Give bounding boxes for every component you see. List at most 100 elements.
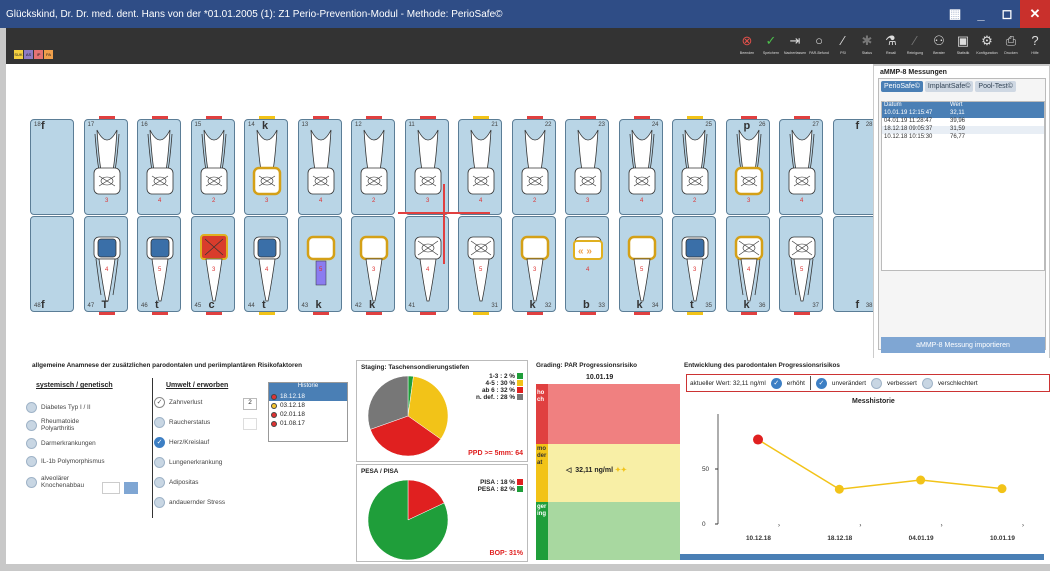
tab-as[interactable]: AS	[24, 50, 33, 59]
tool-speichern[interactable]: ✓ Speichern	[760, 31, 782, 61]
env-item[interactable]: ✓ Herz/Kreislauf	[154, 432, 264, 452]
raucher-field[interactable]	[243, 418, 257, 430]
radio-icon[interactable]	[921, 377, 933, 389]
close-button[interactable]: ✕	[1020, 0, 1050, 28]
tooth-15[interactable]: 2 15	[190, 116, 235, 215]
env-item[interactable]: Adipositas	[154, 472, 264, 492]
sys-item[interactable]: Darmerkrankungen	[26, 434, 156, 452]
radio-icon[interactable]	[154, 456, 165, 468]
tooth-23[interactable]: 3 23	[565, 116, 609, 215]
radio-icon[interactable]	[26, 401, 37, 413]
tab-periosafe[interactable]: PerioSafe©	[881, 81, 923, 92]
layout-icon[interactable]: ▦	[942, 0, 968, 28]
svg-text:3: 3	[586, 198, 590, 204]
tooth-34[interactable]: 5 34 k	[618, 216, 663, 315]
tab-pool-test[interactable]: Pool-Test©	[975, 81, 1016, 92]
radio-icon[interactable]	[26, 476, 37, 488]
col-wert[interactable]: Wert	[950, 102, 990, 110]
tool-status[interactable]: ✱ Status	[856, 31, 878, 61]
check-icon[interactable]: ✓	[815, 377, 827, 389]
radio-icon[interactable]	[154, 496, 165, 508]
historie-row[interactable]: 03.12.18	[269, 401, 347, 410]
data-point[interactable]	[916, 475, 926, 485]
check-icon[interactable]: ✓	[154, 436, 165, 448]
tooth-24[interactable]: 4 24	[618, 116, 663, 215]
minimize-button[interactable]: _	[968, 0, 994, 28]
tooth-17[interactable]: 3 17	[83, 116, 128, 215]
tooth-18[interactable]: 18 f	[30, 119, 74, 215]
tooth-13[interactable]: 4 13	[297, 116, 342, 215]
tooth-22[interactable]: 2 22	[511, 116, 556, 215]
env-item[interactable]: andauernder Stress	[154, 492, 264, 512]
data-point[interactable]	[753, 434, 763, 445]
tooth-45[interactable]: 3 45 c	[190, 216, 235, 315]
tool-recall[interactable]: ⚗ Recall	[880, 31, 902, 61]
tool-drucken[interactable]: ⎙ Drucken	[1000, 31, 1022, 61]
historie-row[interactable]: 02.01.18	[269, 410, 347, 419]
tooth-41[interactable]: 4 41	[404, 216, 449, 315]
radio-icon[interactable]	[871, 377, 883, 389]
col-datum[interactable]: Datum	[882, 102, 950, 110]
radio-icon[interactable]	[26, 419, 37, 431]
tooth-46[interactable]: 5 46 t	[137, 216, 181, 315]
data-point[interactable]	[997, 484, 1007, 494]
tooth-27[interactable]: 4 27	[779, 116, 823, 215]
tool-hilfe[interactable]: ? Hilfe	[1024, 31, 1046, 61]
tab-suk[interactable]: SUK	[14, 50, 23, 59]
tooth-37[interactable]: 5 37	[779, 216, 823, 315]
tooth-43[interactable]: 5 43 k	[297, 216, 342, 315]
tooth-11[interactable]: 3 11	[404, 116, 449, 215]
tab-ip[interactable]: IP	[34, 50, 43, 59]
tooth-48[interactable]: 48 f	[30, 216, 74, 312]
tooth-47[interactable]: 4 47 T	[83, 216, 128, 315]
radio-icon[interactable]	[26, 437, 37, 449]
tooth-32[interactable]: 3 32 k	[511, 216, 556, 315]
radio-icon[interactable]	[26, 455, 37, 467]
tool-psi[interactable]: ∕ PSI	[832, 31, 854, 61]
tooth-28[interactable]: 28 f	[832, 119, 877, 215]
maximize-button[interactable]: ◻	[994, 0, 1020, 28]
tooth-12[interactable]: 2 12	[351, 116, 395, 215]
check-icon[interactable]: ✓	[770, 377, 782, 389]
tooth-42[interactable]: 3 42 k	[351, 216, 395, 315]
tooth-25[interactable]: 2 25	[672, 116, 716, 215]
tooth-35[interactable]: 3 35 t	[672, 216, 716, 315]
zahnverlust-count[interactable]: 2	[243, 398, 257, 410]
tool-berater[interactable]: ⚇ Berater	[928, 31, 950, 61]
tooth-44[interactable]: 4 44 t	[244, 216, 288, 315]
historie-row[interactable]: 18.12.18	[269, 392, 347, 401]
check-icon[interactable]: ✓	[154, 396, 165, 408]
tooth-16[interactable]: 4 16	[137, 116, 181, 215]
table-row[interactable]: 04.01.19 11:28:47 39,96	[882, 118, 1044, 126]
tooth-31[interactable]: 5 31	[458, 216, 502, 315]
tool-reinigung[interactable]: ∕ Reinigung	[904, 31, 926, 61]
tool-beenden[interactable]: ⊗ Beenden	[736, 31, 758, 61]
data-point[interactable]	[834, 484, 844, 494]
tab-pa[interactable]: PA	[44, 50, 53, 59]
sys-item[interactable]: Rheumatoide Polyarthritis	[26, 416, 156, 434]
tab-implantsafe[interactable]: ImplantSafe©	[924, 81, 974, 92]
historie-row[interactable]: 01.08.17	[269, 419, 347, 428]
tool-nacherfassen[interactable]: ⇥ Nacherfassen	[784, 31, 806, 61]
import-button[interactable]: aMMP-8 Messung importieren	[881, 337, 1045, 353]
table-row[interactable]: 10.12.18 10:15:30 76,77	[882, 134, 1044, 142]
tooth-38[interactable]: 38 f	[832, 216, 877, 312]
radio-icon[interactable]	[154, 416, 165, 428]
tool-statistik[interactable]: ▣ Statistik	[952, 31, 974, 61]
tooth-21[interactable]: 4 21	[458, 116, 502, 215]
tool-konfiguration[interactable]: ⚙ Konfiguration	[976, 31, 998, 61]
table-row[interactable]: 18.12.18 09:05:37 31,59	[882, 126, 1044, 134]
knochenabbau-button[interactable]	[124, 482, 138, 494]
tool-parbefund[interactable]: ○ PAR-Befund	[808, 31, 830, 61]
tooth-36[interactable]: 4 36 k	[725, 216, 770, 315]
tooth-26[interactable]: 3 26 p	[725, 116, 770, 215]
radio-icon[interactable]	[154, 476, 165, 488]
tooth-14[interactable]: 3 14 k	[244, 116, 288, 215]
table-row[interactable]: 10.01.19 12:15:47 32,11	[882, 110, 1044, 118]
env-item[interactable]: Lungenerkrankung	[154, 452, 264, 472]
scrollbar[interactable]	[680, 554, 1044, 560]
sys-item[interactable]: Diabetes Typ I / II	[26, 398, 156, 416]
knochenabbau-field[interactable]	[102, 482, 120, 494]
sys-item[interactable]: IL-1b Polymorphismus	[26, 452, 156, 470]
tooth-33[interactable]: « » 4 33 b	[565, 216, 609, 315]
